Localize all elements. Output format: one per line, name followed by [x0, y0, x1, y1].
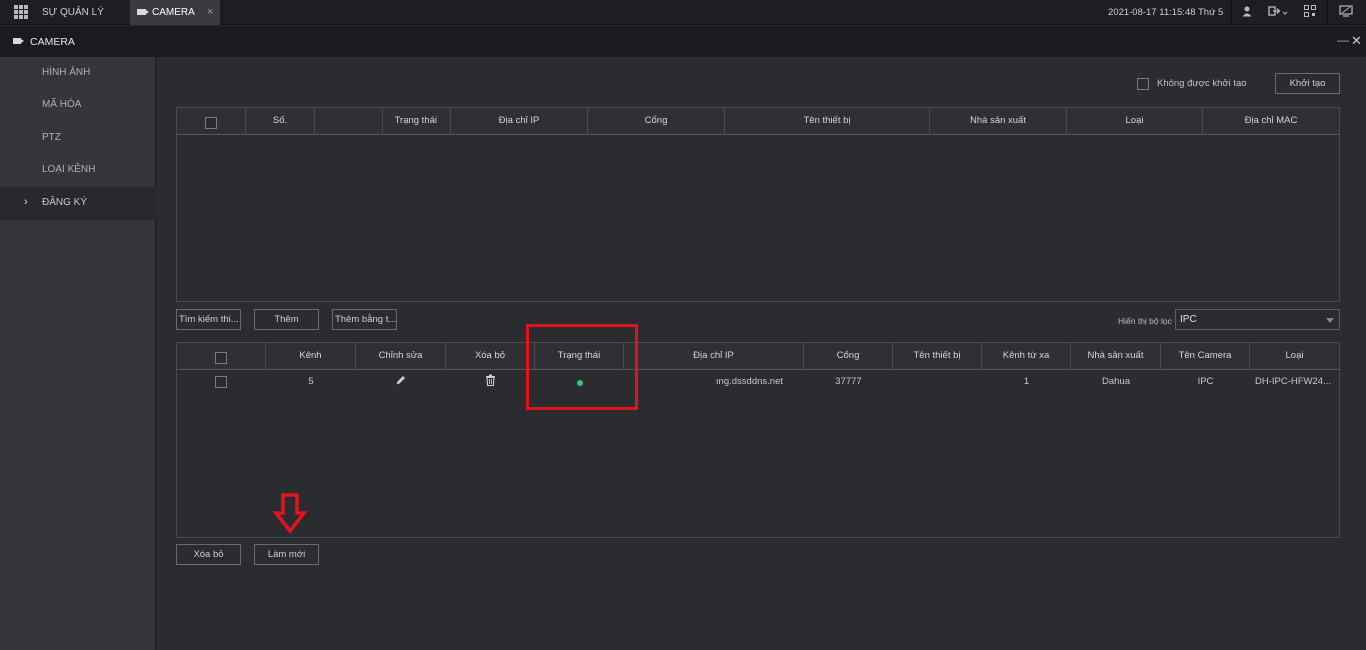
- search-device-button[interactable]: Tìm kiếm thi...: [176, 309, 241, 330]
- header-mac[interactable]: Địa chỉ MAC: [1203, 108, 1339, 135]
- filter-label: Hiển thị bộ lọc: [1118, 316, 1172, 326]
- cell-channel: 5: [308, 376, 314, 387]
- qr-code-icon[interactable]: [1302, 5, 1318, 19]
- delete-button[interactable]: Xóa bỏ: [176, 544, 241, 565]
- header-remote-channel[interactable]: Kênh từ xa: [982, 343, 1071, 370]
- table-header: Số. Trạng thái Địa chỉ IP Cổng Tên thiết…: [177, 108, 1339, 135]
- down-arrow-annotation-icon: [272, 493, 308, 538]
- manual-add-button[interactable]: Thêm bằng t...: [332, 309, 397, 330]
- uninitialized-checkbox[interactable]: [1137, 78, 1149, 90]
- sidebar-item-channel-type[interactable]: LOẠI KÊNH: [0, 154, 156, 187]
- initialize-button[interactable]: Khởi tạo: [1275, 73, 1340, 94]
- monitor-icon[interactable]: [1338, 5, 1354, 19]
- main-menu-label[interactable]: SỰ QUẢN LÝ: [42, 7, 104, 18]
- sidebar: HÌNH ẢNH MÃ HÓA PTZ LOẠI KÊNH › ĐĂNG KÝ: [0, 57, 156, 650]
- datetime-display: 2021-08-17 11:15:48 Thứ 5: [1108, 7, 1224, 18]
- sidebar-item-image[interactable]: HÌNH ẢNH: [0, 57, 156, 90]
- filter-select-value: IPC: [1180, 314, 1197, 325]
- filter-select[interactable]: IPC: [1175, 309, 1340, 330]
- header-delete[interactable]: Xóa bỏ: [446, 343, 535, 370]
- cell-ip: ıng.dssddns.net: [715, 376, 783, 387]
- cell-type: DH-IPC-HFW24...: [1255, 376, 1331, 387]
- refresh-button[interactable]: Làm mới: [254, 544, 319, 565]
- header-device-name[interactable]: Tên thiết bị: [893, 343, 982, 370]
- header-ip[interactable]: Địa chỉ IP: [624, 343, 804, 370]
- tab-close-icon[interactable]: ×: [207, 6, 213, 18]
- select-all-checkbox[interactable]: [215, 352, 227, 364]
- sidebar-item-label: ĐĂNG KÝ: [42, 197, 88, 208]
- header-type[interactable]: Loại: [1067, 108, 1203, 135]
- header-channel[interactable]: Kênh: [266, 343, 356, 370]
- cell-manufacturer: Dahua: [1102, 376, 1130, 387]
- header-edit[interactable]: Chỉnh sửa: [356, 343, 446, 370]
- sidebar-item-ptz[interactable]: PTZ: [0, 122, 156, 155]
- apps-grid-icon[interactable]: [14, 5, 28, 19]
- header-port[interactable]: Cổng: [804, 343, 893, 370]
- status-highlight-box: [526, 324, 638, 410]
- uninitialized-checkbox-label: Không được khởi tạo: [1157, 78, 1247, 89]
- select-all-cell: [177, 108, 246, 135]
- cell-camera-name: IPC: [1197, 376, 1214, 387]
- sidebar-item-register[interactable]: › ĐĂNG KÝ: [0, 187, 156, 220]
- header-ip[interactable]: Địa chỉ IP: [451, 108, 588, 135]
- header-device-name[interactable]: Tên thiết bị: [725, 108, 930, 135]
- header-manufacturer[interactable]: Nhà sản xuất: [1071, 343, 1161, 370]
- sidebar-item-encode[interactable]: MÃ HÓA: [0, 89, 156, 122]
- select-all-cell: [177, 343, 266, 370]
- tab-camera-label: CAMERA: [152, 7, 195, 18]
- top-bar: SỰ QUẢN LÝ CAMERA × 2021-08-17 11:15:48 …: [0, 0, 1366, 25]
- header-number[interactable]: Số.: [246, 108, 315, 135]
- main-content: Không được khởi tạo Khởi tạo Số. Trạng t…: [157, 57, 1366, 650]
- delete-trash-icon[interactable]: [446, 374, 535, 389]
- add-button[interactable]: Thêm: [254, 309, 319, 330]
- table-header: Kênh Chỉnh sửa Xóa bỏ Trạng thái Địa chỉ…: [177, 343, 1339, 370]
- cell-port: 37777: [835, 376, 862, 387]
- cell-remote-channel: 1: [1023, 376, 1030, 387]
- header-type[interactable]: Loại: [1250, 343, 1339, 370]
- header-status[interactable]: Trạng thái: [383, 108, 451, 135]
- added-devices-table: Kênh Chỉnh sửa Xóa bỏ Trạng thái Địa chỉ…: [176, 342, 1340, 538]
- sidebar-item-label: PTZ: [42, 132, 61, 143]
- close-icon[interactable]: ✕: [1351, 33, 1362, 49]
- logout-icon[interactable]: [1266, 5, 1290, 19]
- sidebar-item-label: MÃ HÓA: [42, 99, 82, 110]
- minimize-icon[interactable]: —: [1337, 33, 1349, 47]
- window-header: CAMERA — ✕: [0, 26, 1366, 57]
- select-all-checkbox[interactable]: [205, 117, 217, 129]
- header-camera-name[interactable]: Tên Camera: [1161, 343, 1250, 370]
- camera-icon: [137, 9, 149, 15]
- edit-pencil-icon[interactable]: [356, 374, 446, 389]
- sidebar-item-label: HÌNH ẢNH: [42, 67, 91, 78]
- device-search-table: Số. Trạng thái Địa chỉ IP Cổng Tên thiết…: [176, 107, 1340, 302]
- header-port[interactable]: Cổng: [588, 108, 725, 135]
- tab-camera[interactable]: CAMERA ×: [130, 0, 220, 25]
- camera-icon: [13, 38, 24, 44]
- header-manufacturer[interactable]: Nhà sản xuất: [930, 108, 1067, 135]
- header-blank: [315, 108, 383, 135]
- user-icon[interactable]: [1239, 5, 1255, 19]
- chevron-down-icon: [1326, 318, 1334, 323]
- window-title: CAMERA: [30, 36, 75, 48]
- sidebar-item-label: LOẠI KÊNH: [42, 164, 96, 175]
- chevron-right-icon: ›: [24, 196, 28, 208]
- row-checkbox[interactable]: [215, 376, 227, 388]
